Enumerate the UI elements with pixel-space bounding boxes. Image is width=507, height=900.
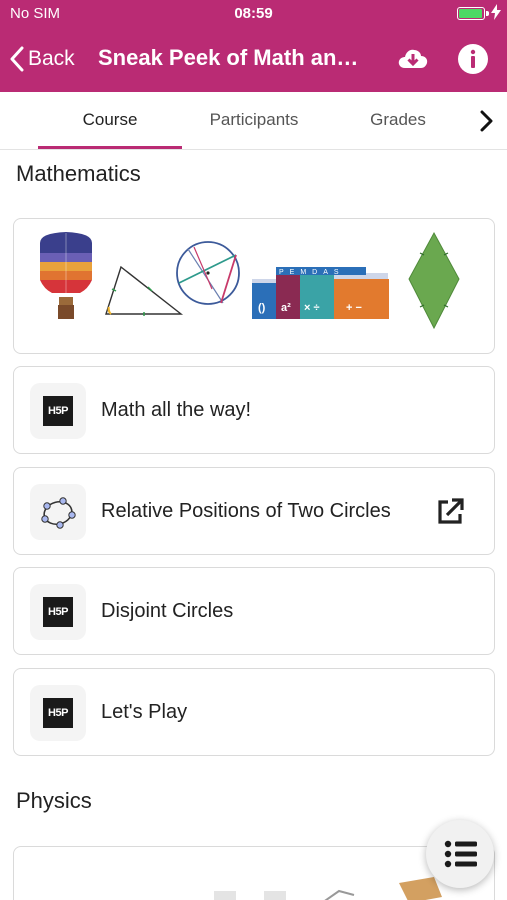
module-label: Relative Positions of Two Circles bbox=[101, 500, 391, 522]
physics-illustration bbox=[214, 891, 236, 900]
page-title: Sneak Peek of Math and Physics bbox=[98, 45, 368, 70]
back-button[interactable]: Back bbox=[10, 44, 75, 74]
h5p-icon: H5P bbox=[30, 383, 86, 439]
pemdas-multiply-divide: × ÷ bbox=[304, 302, 320, 314]
module-label: Disjoint Circles bbox=[101, 600, 234, 622]
course-banner: PEMDAS () a² × ÷ + − bbox=[13, 218, 495, 354]
active-tab-indicator bbox=[38, 146, 182, 149]
pemdas-parentheses: () bbox=[258, 302, 266, 314]
navigation-bar: Back Sneak Peek of Math and Physics bbox=[0, 28, 507, 92]
section-title-physics: Physics bbox=[16, 788, 92, 813]
h5p-icon: H5P bbox=[30, 685, 86, 741]
tab-grades[interactable]: Grades bbox=[326, 92, 470, 150]
pemdas-exponents: a² bbox=[281, 302, 291, 314]
pemdas-letters: PEMDAS bbox=[279, 269, 345, 276]
cloud-download-icon[interactable] bbox=[396, 42, 430, 76]
info-icon[interactable] bbox=[456, 42, 490, 76]
external-link-icon[interactable] bbox=[434, 496, 466, 528]
hot-air-balloon-icon bbox=[40, 232, 92, 319]
tab-course[interactable]: Course bbox=[38, 92, 182, 150]
module-label: Math all the way! bbox=[101, 399, 252, 421]
chevron-left-icon bbox=[10, 46, 24, 72]
charging-icon bbox=[491, 4, 501, 20]
geogebra-icon bbox=[30, 484, 86, 540]
module-item-math-all-the-way[interactable]: H5P Math all the way! bbox=[13, 366, 495, 454]
triangle-icon bbox=[105, 265, 184, 316]
battery-icon bbox=[457, 7, 489, 20]
module-item-disjoint-circles[interactable]: H5P Disjoint Circles bbox=[13, 567, 495, 655]
chevron-right-icon[interactable] bbox=[475, 108, 497, 134]
course-index-button[interactable] bbox=[426, 820, 494, 888]
clock: 08:59 bbox=[234, 5, 273, 22]
circle-chords-icon bbox=[176, 241, 240, 305]
h5p-icon: H5P bbox=[30, 584, 86, 640]
module-item-lets-play[interactable]: H5P Let's Play bbox=[13, 668, 495, 756]
rhombus-icon bbox=[408, 231, 460, 330]
section-title-mathematics: Mathematics bbox=[16, 161, 141, 186]
pemdas-icon: PEMDAS () a² × ÷ + − bbox=[252, 267, 389, 319]
physics-banner bbox=[13, 846, 495, 900]
battery-level bbox=[459, 9, 482, 18]
back-label: Back bbox=[28, 47, 75, 70]
module-label: Let's Play bbox=[101, 701, 188, 723]
status-bar: No SIM 08:59 bbox=[0, 0, 507, 28]
tab-participants[interactable]: Participants bbox=[182, 92, 326, 150]
course-index-icon bbox=[444, 840, 477, 868]
tab-bar: Course Participants Grades bbox=[0, 92, 507, 150]
app-screen: No SIM 08:59 Back Sneak Peek of Math and… bbox=[0, 0, 507, 900]
pemdas-add-subtract: + − bbox=[346, 302, 362, 314]
module-item-relative-positions[interactable]: Relative Positions of Two Circles bbox=[13, 467, 495, 555]
app-header: No SIM 08:59 Back Sneak Peek of Math and… bbox=[0, 0, 507, 92]
